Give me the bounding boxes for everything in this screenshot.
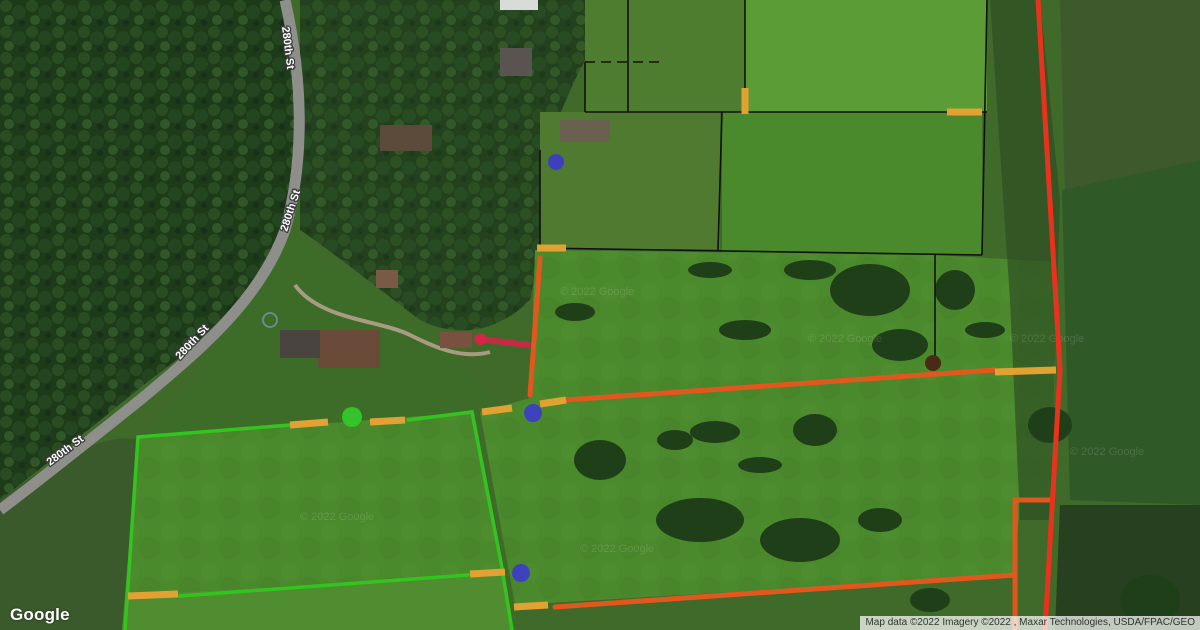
gate-pasture-center <box>539 396 567 408</box>
mown-field-north <box>745 0 987 112</box>
north-building <box>380 125 432 151</box>
gate-green-north-2 <box>369 416 406 426</box>
barn <box>318 330 380 368</box>
brown-marker[interactable] <box>925 355 941 371</box>
gate-pasture-east <box>994 366 1057 376</box>
gate-green-southwest <box>127 590 179 600</box>
blue-marker[interactable] <box>512 564 530 582</box>
svg-text:© 2022 Google: © 2022 Google <box>1070 446 1144 458</box>
gate-south <box>513 601 549 611</box>
map-attribution[interactable]: Map data ©2022 Imagery ©2022 , Maxar Tec… <box>860 616 1200 630</box>
gate-green-southeast <box>469 568 506 578</box>
svg-text:© 2022 Google: © 2022 Google <box>808 333 882 345</box>
barnyard-structures <box>560 120 610 142</box>
gate-pasture-west <box>481 404 513 416</box>
shed <box>280 330 320 358</box>
svg-text:© 2022 Google: © 2022 Google <box>1010 333 1084 345</box>
small-shed <box>376 270 398 288</box>
north-house <box>500 48 532 76</box>
greenhouse <box>500 0 538 10</box>
green-paddock-field <box>125 412 502 595</box>
map-view[interactable]: © 2022 Google © 2022 Google © 2022 Googl… <box>0 0 1200 630</box>
blue-marker[interactable] <box>524 404 542 422</box>
field-north <box>585 0 745 112</box>
google-logo: Google <box>10 605 70 624</box>
satellite-imagery: © 2022 Google © 2022 Google © 2022 Googl… <box>0 0 1200 630</box>
blue-marker[interactable] <box>548 154 564 170</box>
svg-text:© 2022 Google: © 2022 Google <box>300 511 374 523</box>
field-east <box>722 112 982 254</box>
gate-green-north-1 <box>289 418 329 429</box>
svg-text:© 2022 Google: © 2022 Google <box>580 543 654 555</box>
green-marker[interactable] <box>342 407 362 427</box>
house <box>440 332 472 348</box>
svg-text:© 2022 Google: © 2022 Google <box>560 286 634 298</box>
